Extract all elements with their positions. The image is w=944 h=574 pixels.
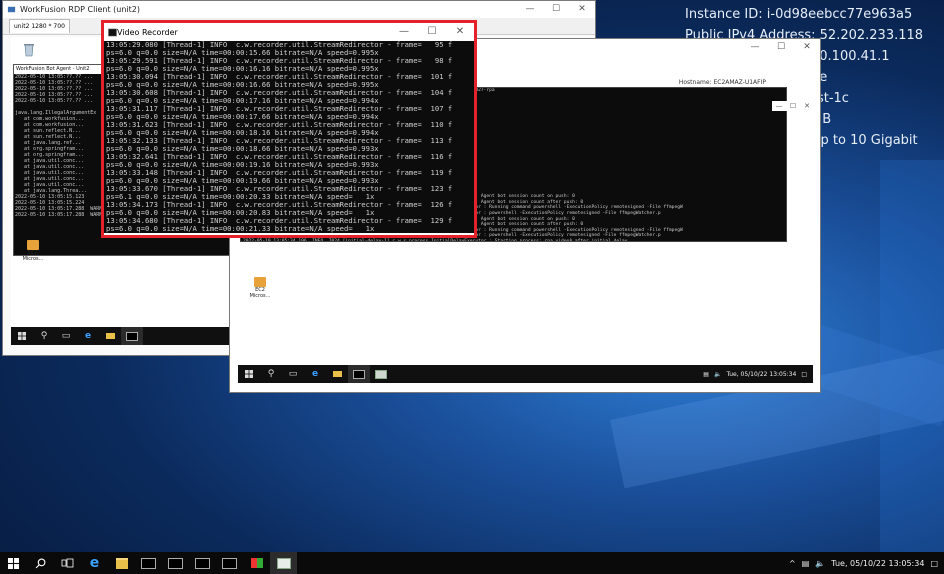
console-taskbar-icon[interactable] (348, 365, 370, 383)
console-taskbar-icon[interactable] (189, 552, 216, 574)
instance-info-line: Instance ID: i-0d98eebcc77e963a5 (685, 7, 913, 22)
wallpaper-light-beam (880, 160, 944, 552)
task-view-icon[interactable]: ▭ (55, 327, 77, 345)
start-button[interactable] (238, 365, 260, 383)
bot-agent-title: WorkFusion Bot Agent - Unit2 (16, 66, 90, 72)
file-explorer-icon[interactable] (108, 552, 135, 574)
recycle-bin-icon[interactable] (21, 41, 37, 57)
search-icon[interactable] (27, 552, 54, 574)
edge-icon[interactable]: e (81, 552, 108, 574)
file-explorer-icon[interactable] (99, 327, 121, 345)
video-recorder-console: 13:05:29.080 [Thread-1] INFO c.w.recorde… (104, 41, 474, 233)
hostname-label: Hostname: EC2AMAZ-U1AFIP (678, 79, 766, 86)
notification-icon[interactable]: □ (930, 559, 938, 568)
minimize-button[interactable]: — (390, 23, 418, 39)
edge-icon[interactable]: e (304, 365, 326, 383)
close-button[interactable]: ✕ (794, 39, 820, 55)
rdp-session-tab[interactable]: unit2 1280 * 700 (9, 19, 70, 33)
task-view-icon[interactable]: ▭ (282, 365, 304, 383)
close-button[interactable]: ✕ (800, 101, 814, 111)
close-button[interactable]: ✕ (569, 1, 595, 17)
ec2-shortcut-icon[interactable]: EC2 Micros... (17, 240, 49, 262)
console-line: 2022-05-10 13:05:34.196 INFO 7024 [initi… (243, 239, 786, 241)
video-recorder-title: Video Recorder (117, 27, 178, 37)
start-button[interactable] (0, 552, 27, 574)
maximize-button[interactable]: ☐ (768, 39, 794, 55)
volume-icon[interactable]: 🔈 (815, 559, 825, 568)
console-app-icon (108, 28, 117, 36)
video-recorder-titlebar[interactable]: Video Recorder — ☐ ✕ (104, 23, 474, 41)
start-button[interactable] (11, 327, 33, 345)
desktop: Instance ID: i-0d98eebcc77e963a5 Public … (0, 0, 944, 552)
rdp-taskbar-icon[interactable] (243, 552, 270, 574)
app-taskbar-icon[interactable] (370, 365, 392, 383)
console-taskbar-icon[interactable] (216, 552, 243, 574)
system-tray: ^ ▤ 🔈 Tue, 05/10/22 13:05:34 □ (789, 552, 938, 574)
chevron-up-icon[interactable]: ^ (789, 559, 796, 568)
edge-icon[interactable]: e (77, 327, 99, 345)
ec2-shortcut-label: EC2 Micros... (22, 250, 44, 262)
close-button[interactable]: ✕ (446, 23, 474, 39)
maximize-button[interactable]: ☐ (418, 23, 446, 39)
ec2-shortcut-label: EC2 Micros... (249, 287, 271, 299)
app-taskbar-icon[interactable] (270, 552, 297, 574)
inner-console-controls: — ☐ ✕ (772, 101, 814, 111)
windows-taskbar: e ^ ▤ 🔈 Tue, 05/10/22 13:05:34 □ (0, 552, 944, 574)
network-icon[interactable]: ▤ (703, 371, 709, 378)
notification-icon[interactable]: □ (801, 371, 807, 378)
console-taskbar-icon[interactable] (121, 327, 143, 345)
inner-clock[interactable]: Tue, 05/10/22 13:05:34 (726, 371, 796, 378)
rdp-taskbar: ⚲ ▭ e (11, 327, 233, 345)
minimize-button[interactable]: — (517, 1, 543, 17)
search-icon[interactable]: ⚲ (260, 365, 282, 383)
network-icon[interactable]: ▤ (802, 559, 810, 568)
app-icon (7, 6, 16, 13)
inner-tray: ▤ 🔈 Tue, 05/10/22 13:05:34 □ (703, 365, 807, 383)
rdp-client-titlebar[interactable]: WorkFusion RDP Client (unit2) — ☐ ✕ (3, 1, 595, 18)
task-view-icon[interactable] (54, 552, 81, 574)
minimize-button[interactable]: — (772, 101, 786, 111)
console-taskbar-icon[interactable] (162, 552, 189, 574)
volume-icon[interactable]: 🔈 (714, 371, 721, 378)
search-icon[interactable]: ⚲ (33, 327, 55, 345)
file-explorer-icon[interactable] (326, 365, 348, 383)
inner-taskbar: ⚲ ▭ e ▤ 🔈 Tue, 05/10/22 13:05:34 □ (238, 365, 813, 383)
ec2-shortcut-icon[interactable]: EC2 Micros... (244, 277, 276, 299)
console-taskbar-icon[interactable] (135, 552, 162, 574)
taskbar-clock[interactable]: Tue, 05/10/22 13:05:34 (831, 559, 924, 568)
rdp-client-title: WorkFusion RDP Client (unit2) (20, 5, 141, 14)
video-recorder-window[interactable]: Video Recorder — ☐ ✕ 13:05:29.080 [Threa… (101, 20, 477, 238)
maximize-button[interactable]: ☐ (786, 101, 800, 111)
maximize-button[interactable]: ☐ (543, 1, 569, 17)
console-line: ps=6.0 q=0.0 size=N/A time=00:00:21.33 b… (106, 224, 375, 233)
minimize-button[interactable]: — (742, 39, 768, 55)
